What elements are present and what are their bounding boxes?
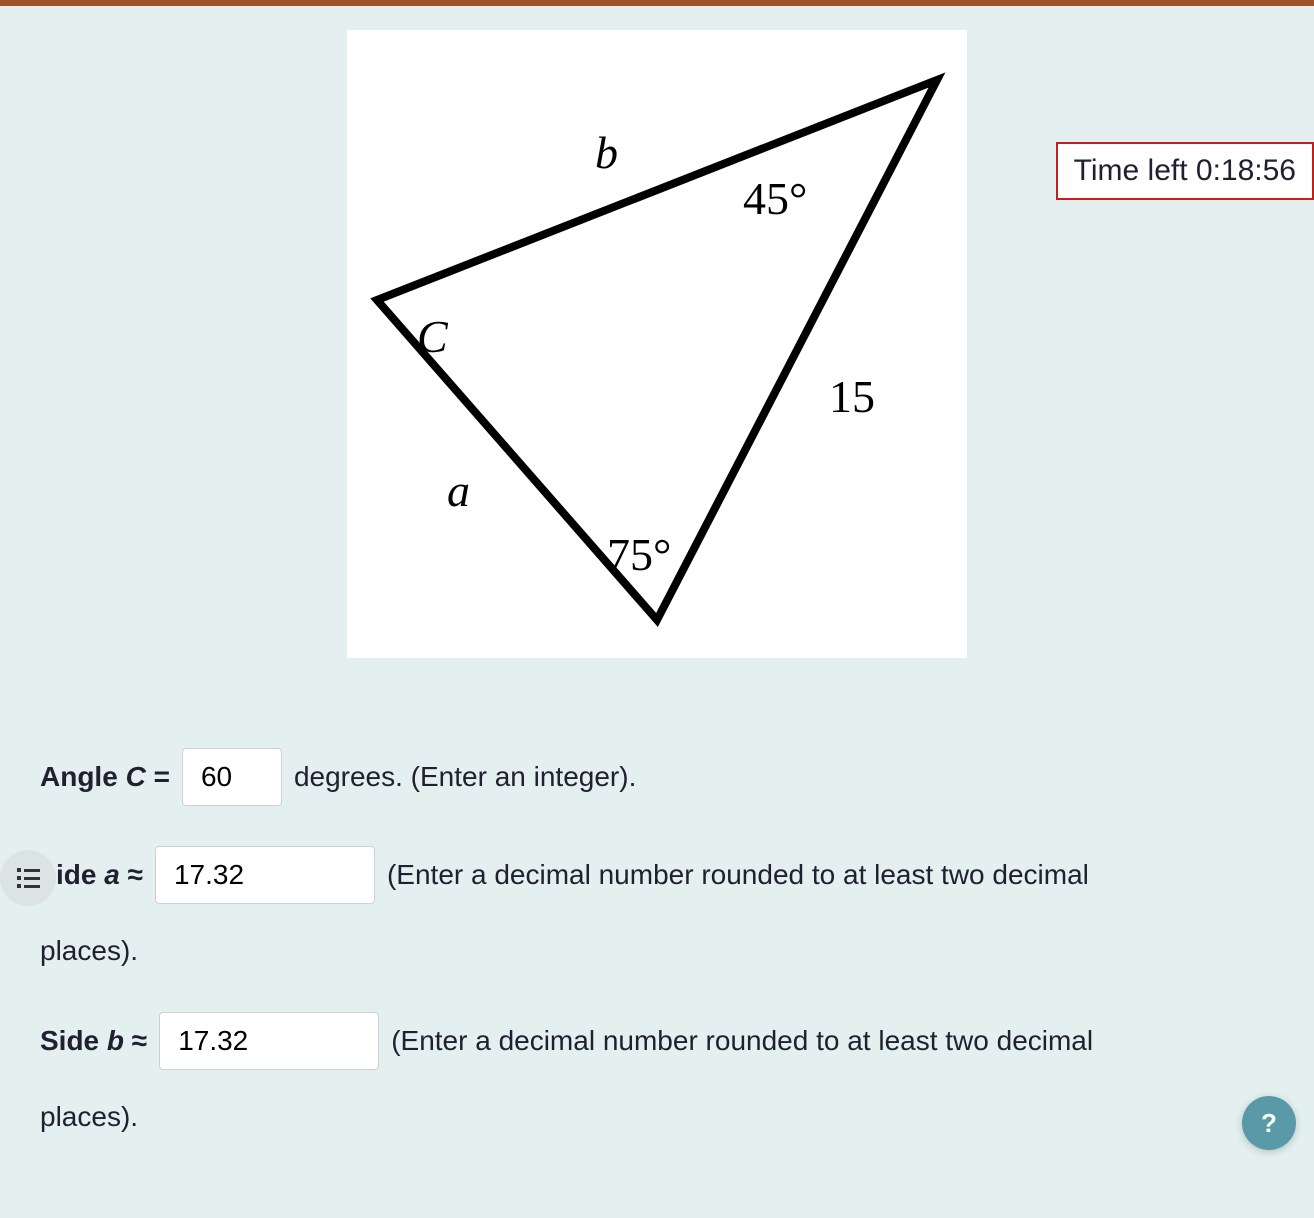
side-a-input[interactable]: [155, 846, 375, 904]
top-border: [0, 0, 1314, 6]
angle-c-suffix: degrees. (Enter an integer).: [294, 756, 636, 798]
question-area: Angle C = degrees. (Enter an integer). i…: [0, 658, 1314, 1138]
angle-c-input[interactable]: [182, 748, 282, 806]
side-b-row: Side b ≈ (Enter a decimal number rounded…: [40, 1012, 1274, 1070]
side-b-input[interactable]: [159, 1012, 379, 1070]
side-b-suffix: (Enter a decimal number rounded to at le…: [391, 1020, 1093, 1062]
side-b-suffix2: places).: [40, 1096, 138, 1138]
triangle-side-b-label: b: [595, 126, 618, 179]
triangle-side-a-label: a: [447, 464, 470, 517]
side-a-row-2: places).: [40, 930, 1274, 972]
triangle-diagram: b 45° C 15 a 75°: [347, 30, 967, 658]
side-a-suffix2: places).: [40, 930, 138, 972]
triangle-angle-75-label: 75°: [607, 528, 671, 581]
menu-button[interactable]: [0, 850, 56, 906]
side-a-suffix: (Enter a decimal number rounded to at le…: [387, 854, 1089, 896]
triangle-side-15-label: 15: [829, 370, 875, 423]
time-left-box: Time left 0:18:56: [1056, 142, 1314, 200]
help-button[interactable]: ?: [1242, 1096, 1296, 1150]
triangle-angle-45-label: 45°: [743, 172, 807, 225]
question-mark-icon: ?: [1261, 1108, 1277, 1139]
time-left-text: Time left 0:18:56: [1074, 154, 1296, 187]
side-b-label: Side b ≈: [40, 1020, 147, 1062]
side-a-row: ide a ≈ (Enter a decimal number rounded …: [56, 846, 1274, 904]
side-a-label: ide a ≈: [56, 854, 143, 896]
angle-c-row: Angle C = degrees. (Enter an integer).: [40, 748, 1274, 806]
triangle-angle-c-label: C: [417, 310, 448, 363]
side-b-row-2: places).: [40, 1096, 1274, 1138]
list-icon: [17, 868, 40, 888]
angle-c-label: Angle C =: [40, 756, 170, 798]
